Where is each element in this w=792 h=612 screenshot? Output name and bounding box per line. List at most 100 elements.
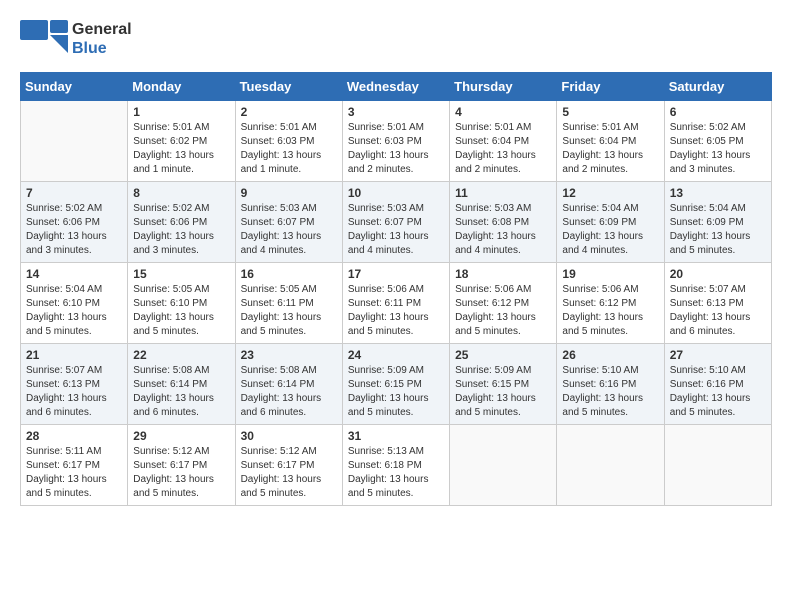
calendar-cell: 7 Sunrise: 5:02 AMSunset: 6:06 PMDaylight…	[21, 182, 128, 263]
calendar-cell: 28 Sunrise: 5:11 AMSunset: 6:17 PMDayligh…	[21, 425, 128, 506]
calendar-cell: 26 Sunrise: 5:10 AMSunset: 6:16 PMDayligh…	[557, 344, 664, 425]
calendar-cell	[21, 101, 128, 182]
calendar-cell: 27 Sunrise: 5:10 AMSunset: 6:16 PMDayligh…	[664, 344, 771, 425]
calendar-cell: 19Sunrise: 5:06 AMSunset: 6:12 PMDayligh…	[557, 263, 664, 344]
day-info: Sunrise: 5:10 AMSunset: 6:16 PMDaylight:…	[562, 364, 658, 420]
calendar-cell: 2Sunrise: 5:01 AMSunset: 6:03 PMDaylight…	[235, 101, 342, 182]
day-number: 15	[133, 267, 229, 281]
calendar-cell: 17Sunrise: 5:06 AMSunset: 6:11 PMDayligh…	[342, 263, 449, 344]
day-info: Sunrise: 5:13 AMSunset: 6:18 PMDaylight:…	[348, 445, 444, 501]
day-info: Sunrise: 5:02 AMSunset: 6:06 PMDaylight:…	[26, 202, 122, 258]
calendar-week-row: 14 Sunrise: 5:04 AMSunset: 6:10 PMDayligh…	[21, 263, 772, 344]
day-number: 22	[133, 348, 229, 362]
day-info: Sunrise: 5:09 AMSunset: 6:15 PMDaylight:…	[348, 364, 444, 420]
day-number: 29	[133, 429, 229, 443]
day-info: Sunrise: 5:07 AMSunset: 6:13 PMDaylight:…	[26, 364, 122, 420]
calendar-cell: 25Sunrise: 5:09 AMSunset: 6:15 PMDayligh…	[450, 344, 557, 425]
day-number: 1	[133, 105, 229, 119]
calendar-week-row: 28 Sunrise: 5:11 AMSunset: 6:17 PMDayligh…	[21, 425, 772, 506]
calendar-week-row: 7 Sunrise: 5:02 AMSunset: 6:06 PMDaylight…	[21, 182, 772, 263]
calendar-cell: 10 Sunrise: 5:03 AMSunset: 6:07 PMDayligh…	[342, 182, 449, 263]
day-number: 13	[670, 186, 766, 200]
day-info: Sunrise: 5:04 AMSunset: 6:09 PMDaylight:…	[562, 202, 658, 258]
header-friday: Friday	[557, 73, 664, 101]
day-info: Sunrise: 5:05 AMSunset: 6:10 PMDaylight:…	[133, 283, 229, 339]
day-info: Sunrise: 5:01 AMSunset: 6:04 PMDaylight:…	[562, 121, 658, 177]
day-info: Sunrise: 5:01 AMSunset: 6:02 PMDaylight:…	[133, 121, 229, 177]
day-number: 20	[670, 267, 766, 281]
day-info: Sunrise: 5:09 AMSunset: 6:15 PMDaylight:…	[455, 364, 551, 420]
calendar-cell: 20 Sunrise: 5:07 AMSunset: 6:13 PMDayligh…	[664, 263, 771, 344]
day-info: Sunrise: 5:11 AMSunset: 6:17 PMDaylight:…	[26, 445, 122, 501]
day-info: Sunrise: 5:02 AMSunset: 6:05 PMDaylight:…	[670, 121, 766, 177]
calendar-cell	[450, 425, 557, 506]
header-saturday: Saturday	[664, 73, 771, 101]
calendar-cell	[557, 425, 664, 506]
day-info: Sunrise: 5:12 AMSunset: 6:17 PMDaylight:…	[241, 445, 337, 501]
page-header: General Blue	[20, 20, 772, 62]
day-number: 12	[562, 186, 658, 200]
day-info: Sunrise: 5:06 AMSunset: 6:12 PMDaylight:…	[455, 283, 551, 339]
calendar-cell: 15 Sunrise: 5:05 AMSunset: 6:10 PMDayligh…	[128, 263, 235, 344]
logo: General Blue	[20, 20, 132, 62]
day-info: Sunrise: 5:01 AMSunset: 6:04 PMDaylight:…	[455, 121, 551, 177]
calendar-cell: 18Sunrise: 5:06 AMSunset: 6:12 PMDayligh…	[450, 263, 557, 344]
day-number: 5	[562, 105, 658, 119]
day-number: 2	[241, 105, 337, 119]
calendar-cell: 14 Sunrise: 5:04 AMSunset: 6:10 PMDayligh…	[21, 263, 128, 344]
calendar-cell: 12 Sunrise: 5:04 AMSunset: 6:09 PMDayligh…	[557, 182, 664, 263]
calendar-cell: 6 Sunrise: 5:02 AMSunset: 6:05 PMDaylight…	[664, 101, 771, 182]
calendar-cell: 1 Sunrise: 5:01 AMSunset: 6:02 PMDaylight…	[128, 101, 235, 182]
day-number: 30	[241, 429, 337, 443]
day-info: Sunrise: 5:07 AMSunset: 6:13 PMDaylight:…	[670, 283, 766, 339]
calendar-cell: 24 Sunrise: 5:09 AMSunset: 6:15 PMDayligh…	[342, 344, 449, 425]
day-info: Sunrise: 5:08 AMSunset: 6:14 PMDaylight:…	[133, 364, 229, 420]
day-number: 6	[670, 105, 766, 119]
day-number: 17	[348, 267, 444, 281]
day-number: 10	[348, 186, 444, 200]
calendar-cell	[664, 425, 771, 506]
header-wednesday: Wednesday	[342, 73, 449, 101]
day-info: Sunrise: 5:04 AMSunset: 6:09 PMDaylight:…	[670, 202, 766, 258]
header-tuesday: Tuesday	[235, 73, 342, 101]
day-info: Sunrise: 5:02 AMSunset: 6:06 PMDaylight:…	[133, 202, 229, 258]
header-monday: Monday	[128, 73, 235, 101]
day-number: 24	[348, 348, 444, 362]
calendar-cell: 30 Sunrise: 5:12 AMSunset: 6:17 PMDayligh…	[235, 425, 342, 506]
day-number: 9	[241, 186, 337, 200]
calendar-cell: 11 Sunrise: 5:03 AMSunset: 6:08 PMDayligh…	[450, 182, 557, 263]
day-number: 7	[26, 186, 122, 200]
calendar-week-row: 1 Sunrise: 5:01 AMSunset: 6:02 PMDaylight…	[21, 101, 772, 182]
day-number: 23	[241, 348, 337, 362]
calendar-table: SundayMondayTuesdayWednesdayThursdayFrid…	[20, 72, 772, 506]
day-number: 26	[562, 348, 658, 362]
header-row: SundayMondayTuesdayWednesdayThursdayFrid…	[21, 73, 772, 101]
calendar-cell: 3 Sunrise: 5:01 AMSunset: 6:03 PMDaylight…	[342, 101, 449, 182]
calendar-cell: 16 Sunrise: 5:05 AMSunset: 6:11 PMDayligh…	[235, 263, 342, 344]
header-thursday: Thursday	[450, 73, 557, 101]
calendar-cell: 4Sunrise: 5:01 AMSunset: 6:04 PMDaylight…	[450, 101, 557, 182]
day-number: 28	[26, 429, 122, 443]
day-info: Sunrise: 5:03 AMSunset: 6:08 PMDaylight:…	[455, 202, 551, 258]
calendar-cell: 8Sunrise: 5:02 AMSunset: 6:06 PMDaylight…	[128, 182, 235, 263]
calendar-week-row: 21Sunrise: 5:07 AMSunset: 6:13 PMDayligh…	[21, 344, 772, 425]
calendar-cell: 22 Sunrise: 5:08 AMSunset: 6:14 PMDayligh…	[128, 344, 235, 425]
calendar-cell: 9 Sunrise: 5:03 AMSunset: 6:07 PMDaylight…	[235, 182, 342, 263]
day-number: 16	[241, 267, 337, 281]
calendar-cell: 23 Sunrise: 5:08 AMSunset: 6:14 PMDayligh…	[235, 344, 342, 425]
calendar-cell: 13 Sunrise: 5:04 AMSunset: 6:09 PMDayligh…	[664, 182, 771, 263]
calendar-cell: 29Sunrise: 5:12 AMSunset: 6:17 PMDayligh…	[128, 425, 235, 506]
day-info: Sunrise: 5:01 AMSunset: 6:03 PMDaylight:…	[348, 121, 444, 177]
day-number: 27	[670, 348, 766, 362]
day-number: 11	[455, 186, 551, 200]
day-info: Sunrise: 5:05 AMSunset: 6:11 PMDaylight:…	[241, 283, 337, 339]
day-info: Sunrise: 5:03 AMSunset: 6:07 PMDaylight:…	[241, 202, 337, 258]
day-info: Sunrise: 5:10 AMSunset: 6:16 PMDaylight:…	[670, 364, 766, 420]
day-number: 14	[26, 267, 122, 281]
day-number: 19	[562, 267, 658, 281]
day-number: 3	[348, 105, 444, 119]
day-info: Sunrise: 5:04 AMSunset: 6:10 PMDaylight:…	[26, 283, 122, 339]
day-info: Sunrise: 5:03 AMSunset: 6:07 PMDaylight:…	[348, 202, 444, 258]
calendar-cell: 5 Sunrise: 5:01 AMSunset: 6:04 PMDaylight…	[557, 101, 664, 182]
day-info: Sunrise: 5:08 AMSunset: 6:14 PMDaylight:…	[241, 364, 337, 420]
